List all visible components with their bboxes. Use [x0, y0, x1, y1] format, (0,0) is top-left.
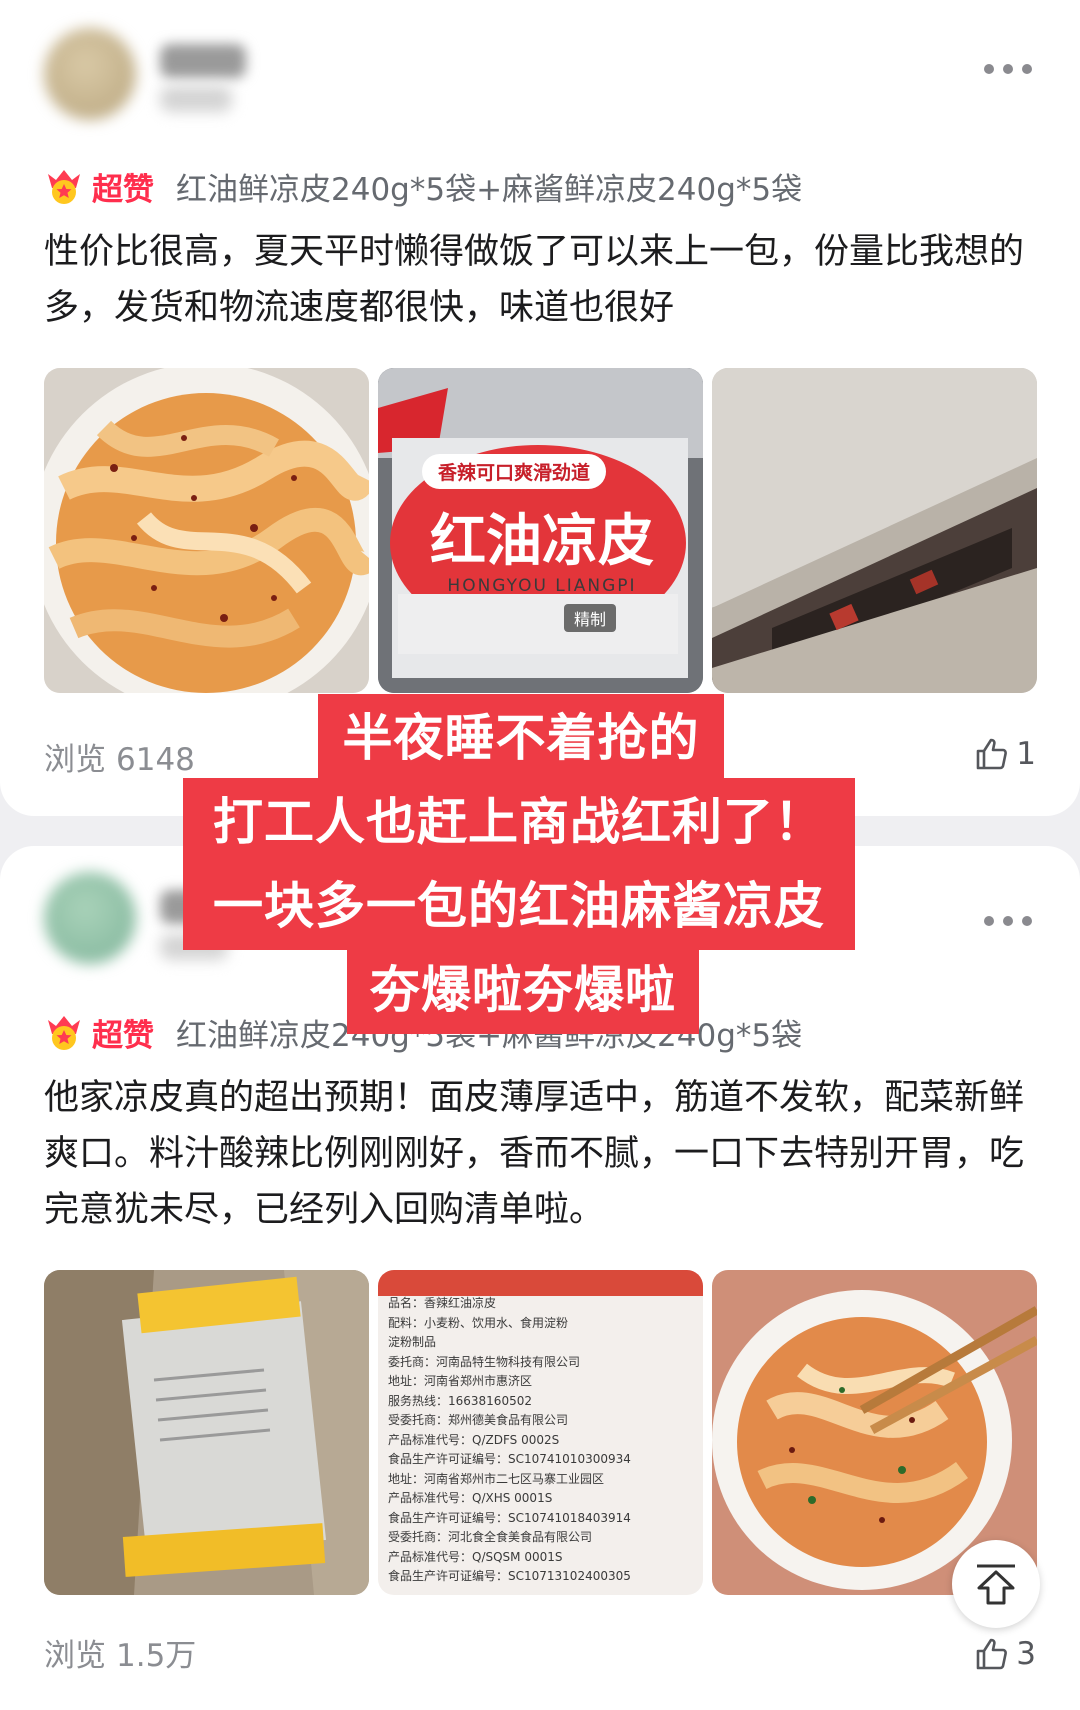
view-count: 浏览 1.5万 — [44, 1630, 196, 1675]
like-count: 3 — [1016, 1636, 1036, 1672]
opened-box-illustration — [44, 1270, 369, 1595]
overlay-banner-1: 半夜睡不着抢的 — [318, 694, 724, 782]
dot — [1022, 64, 1032, 74]
label-line: 产品标准代号：Q/XHS 0001S — [388, 1491, 553, 1505]
label-photo[interactable]: 品名：香辣红油凉皮配料：小麦粉、饮用水、食用淀粉 淀粉制品委托商：河南品特生物科技… — [378, 1270, 703, 1595]
label-line: 淀粉制品 — [388, 1335, 437, 1349]
label-line: 地址：河南省郑州市惠济区 — [388, 1374, 533, 1388]
thumbs-up-icon — [976, 738, 1008, 770]
user-name-blurred[interactable] — [160, 44, 246, 78]
product-spec-row: 超赞 红油鲜凉皮240g*5袋+麻酱鲜凉皮240g*5袋 — [44, 162, 802, 210]
photo-grid: 香辣可口爽滑劲道 红油凉皮 HONGYOU LIANGPI 精制 — [44, 368, 1037, 693]
views-label: 浏览 — [44, 1638, 106, 1674]
user-avatar[interactable] — [44, 872, 136, 964]
label-line: 受委托商：郑州德美食品有限公司 — [388, 1413, 569, 1427]
user-meta-blurred — [160, 86, 232, 112]
views-number: 6148 — [116, 742, 195, 778]
package-pinyin: HONGYOU LIANGPI — [447, 576, 637, 596]
label-top-strip — [378, 1270, 703, 1296]
label-line: 食品生产许可证编号：SC10741018403914 — [388, 1510, 631, 1525]
label-line: 地址：河南省郑州市二七区马寨工业园区 — [388, 1471, 605, 1486]
package-refined-tag: 精制 — [564, 604, 617, 632]
dot — [984, 64, 994, 74]
product-spec: 红油鲜凉皮240g*5袋+麻酱鲜凉皮240g*5袋 — [176, 171, 803, 208]
shipping-box-illustration — [712, 368, 1037, 693]
overlay-banner-4: 夯爆啦夯爆啦 — [347, 946, 699, 1034]
like-count: 1 — [1016, 736, 1036, 772]
more-options-button[interactable] — [984, 914, 1032, 928]
label-line: 受委托商：河北食全食美食品有限公司 — [388, 1530, 593, 1544]
overlay-banner-2: 打工人也赶上商战红利了！ — [183, 778, 855, 866]
package-photo[interactable]: 香辣可口爽滑劲道 红油凉皮 HONGYOU LIANGPI 精制 — [378, 368, 703, 693]
noodle-bowl-illustration — [44, 368, 369, 693]
dot — [984, 916, 994, 926]
shipping-box-photo[interactable] — [712, 368, 1037, 693]
label-line: 产品标准代号：Q/ZDFS 0002S — [388, 1432, 560, 1447]
label-line: 品名：香辣红油凉皮 — [388, 1296, 497, 1310]
label-line: 食品生产许可证编号：SC10741010300934 — [388, 1452, 631, 1466]
label-line: 产品标准代号：Q/SQSM 0001S — [388, 1549, 563, 1564]
super-like-badge: 超赞 — [92, 171, 154, 208]
package-title: 红油凉皮 — [430, 508, 654, 574]
arrow-up-icon — [977, 1564, 1015, 1605]
dot — [1003, 64, 1013, 74]
label-line: 服务热线：16638160502 — [388, 1393, 532, 1408]
scroll-to-top-button[interactable] — [952, 1540, 1040, 1628]
review-text: 他家凉皮真的超出预期！面皮薄厚适中，筋道不发软，配菜新鲜爽口。料汁酸辣比例刚刚好… — [44, 1078, 1025, 1230]
overlay-banner-3: 一块多一包的红油麻酱凉皮 — [183, 862, 855, 950]
views-number: 1.5万 — [116, 1638, 197, 1674]
like-button[interactable]: 3 — [974, 1636, 1036, 1672]
label-line: 配料：小麦粉、饮用水、食用淀粉 — [388, 1315, 569, 1330]
view-count: 浏览 6148 — [44, 734, 195, 779]
more-options-button[interactable] — [984, 62, 1032, 76]
label-line: 食品生产许可证编号：SC10713102400305 — [388, 1569, 631, 1583]
views-label: 浏览 — [44, 742, 106, 778]
package-tag: 香辣可口爽滑劲道 — [422, 454, 607, 489]
user-avatar[interactable] — [44, 28, 136, 120]
dot — [1022, 916, 1032, 926]
crown-star-icon — [48, 1016, 80, 1050]
like-button[interactable]: 1 — [974, 736, 1036, 772]
dot — [1003, 916, 1013, 926]
photo-grid: 品名：香辣红油凉皮配料：小麦粉、饮用水、食用淀粉 淀粉制品委托商：河南品特生物科技… — [44, 1270, 1037, 1595]
opened-box-photo[interactable] — [44, 1270, 369, 1595]
noodle-bowl-photo[interactable] — [44, 368, 369, 693]
super-like-badge: 超赞 — [92, 1017, 154, 1054]
crown-star-icon — [48, 170, 80, 204]
label-line: 委托商：河南品特生物科技有限公司 — [388, 1354, 581, 1369]
thumbs-up-icon — [976, 1638, 1008, 1670]
review-text: 性价比很高，夏天平时懒得做饭了可以来上一包，份量比我想的多，发货和物流速度都很快… — [44, 232, 1025, 328]
label-text-block: 品名：香辣红油凉皮配料：小麦粉、饮用水、食用淀粉 淀粉制品委托商：河南品特生物科技… — [388, 1294, 693, 1594]
